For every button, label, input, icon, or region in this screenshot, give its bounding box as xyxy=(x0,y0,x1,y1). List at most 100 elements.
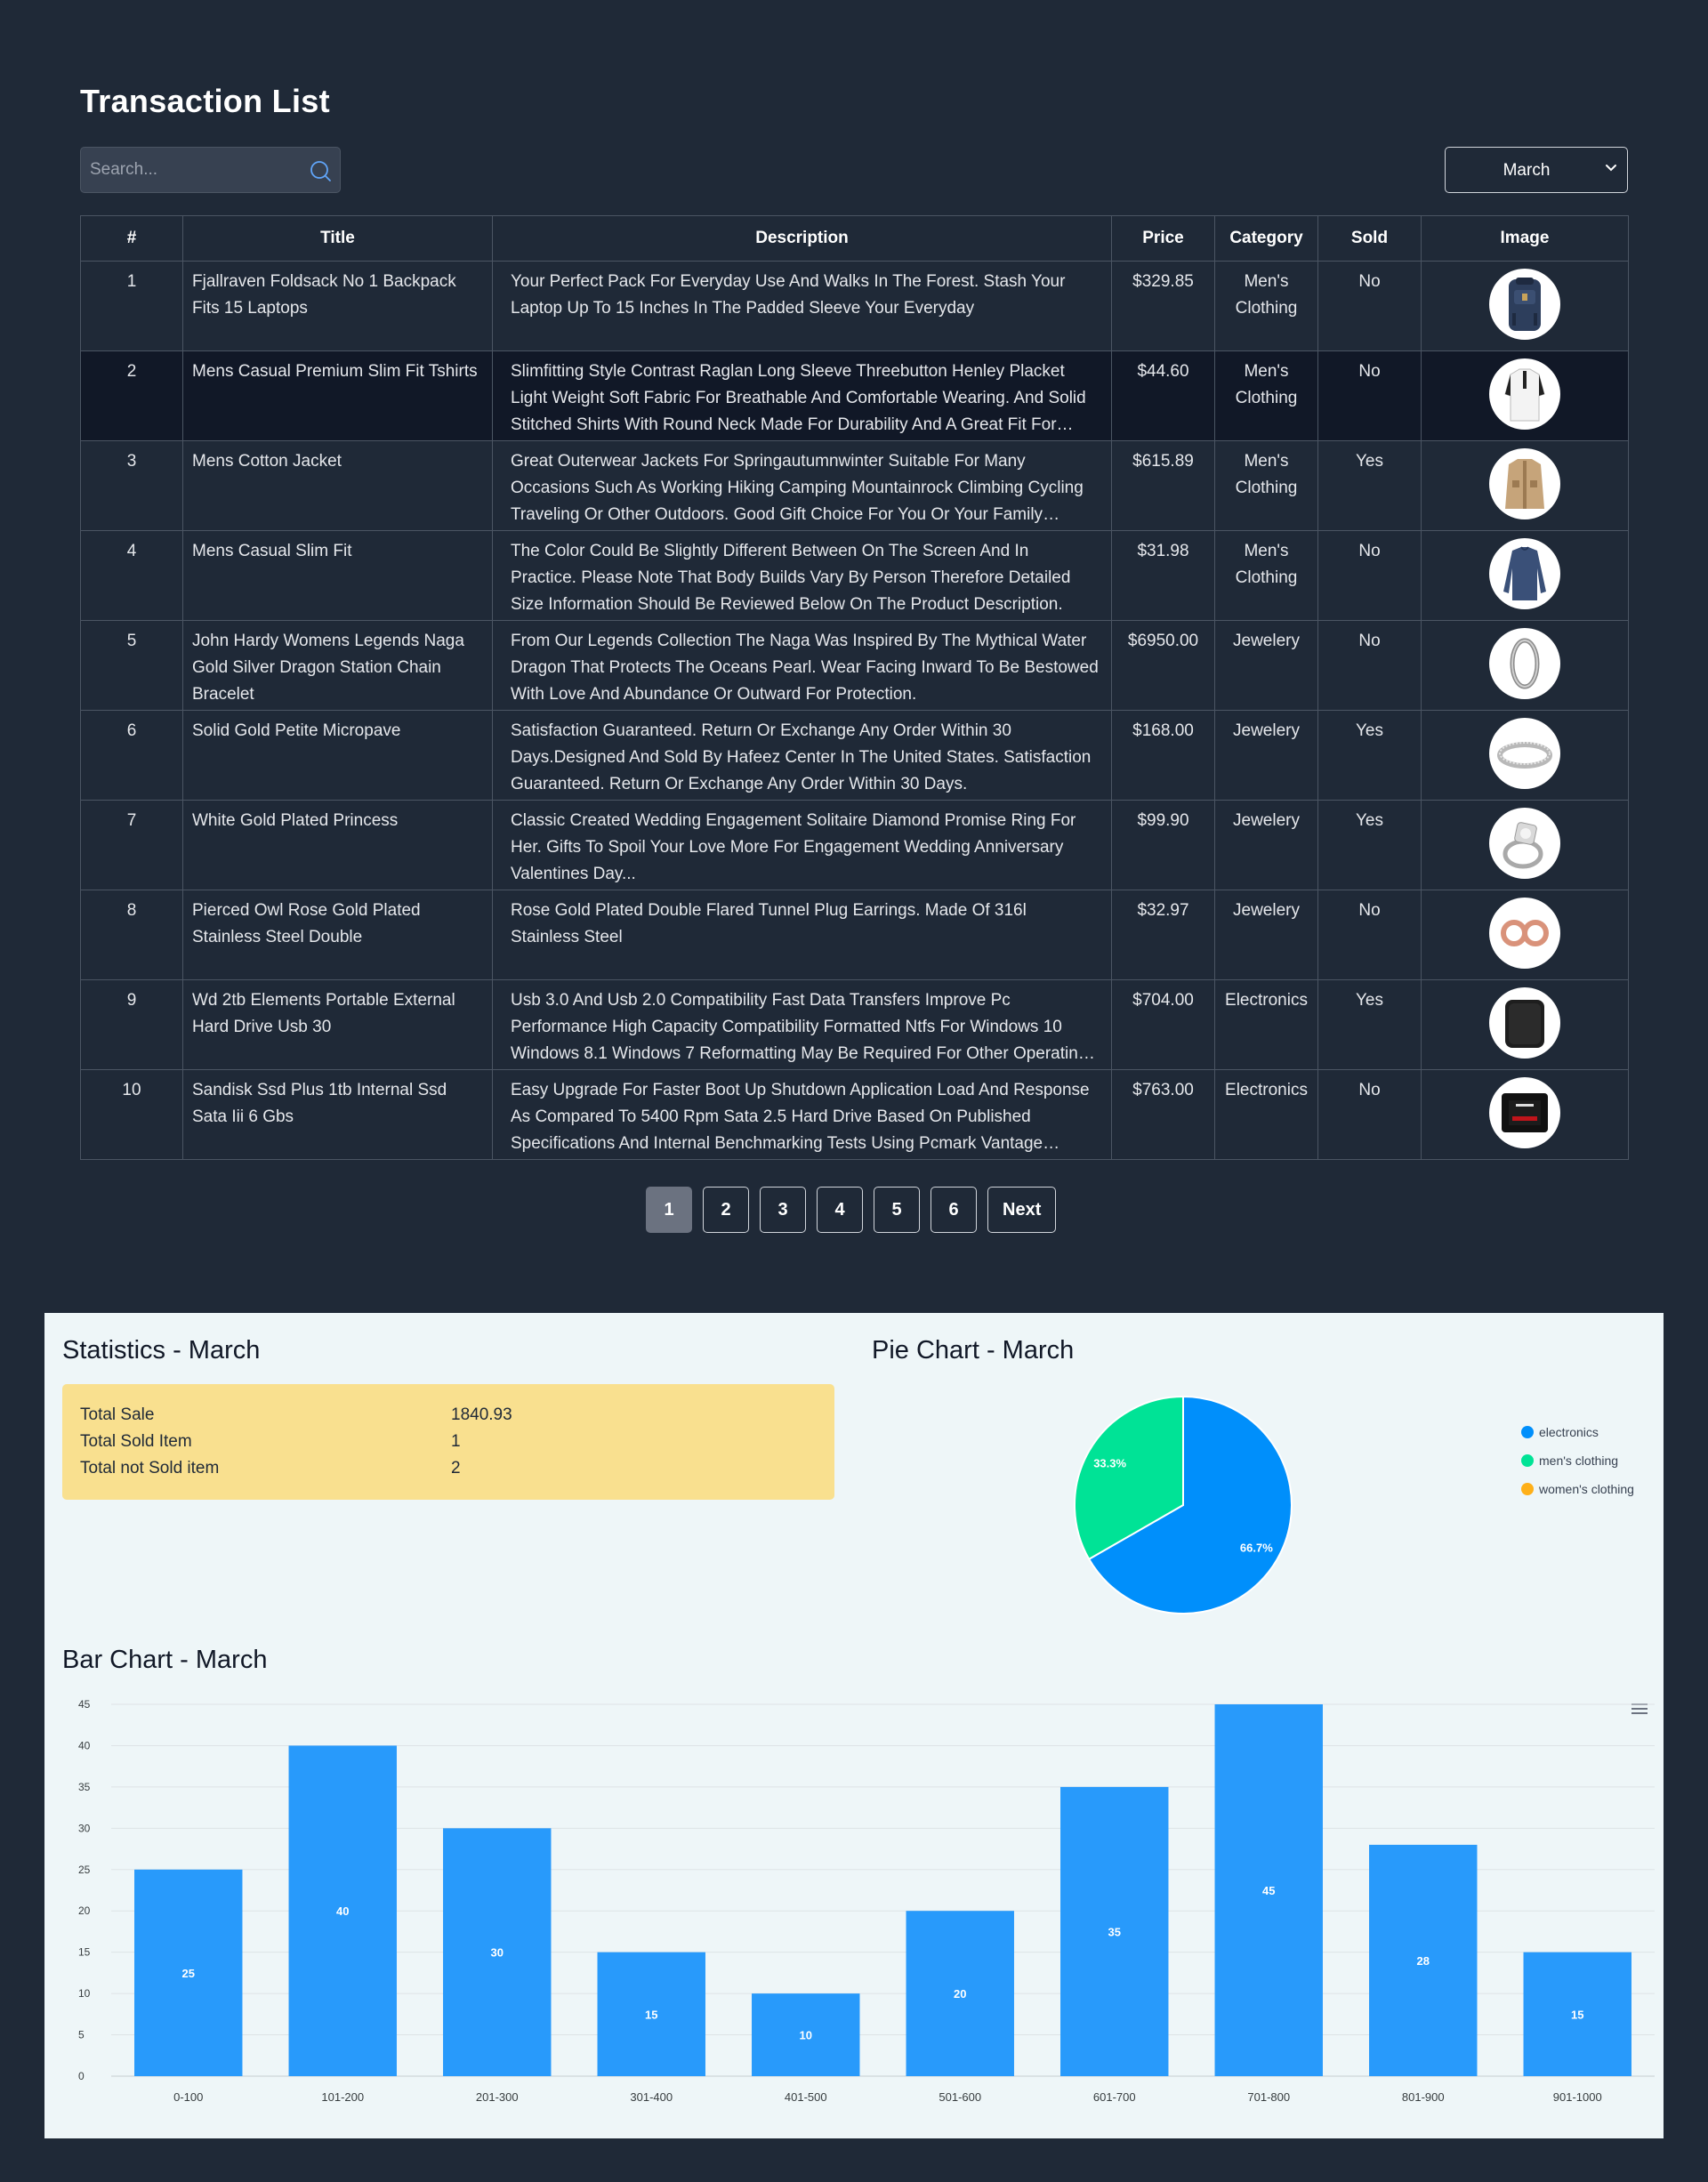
bar-value-label: 15 xyxy=(645,2008,657,2021)
legend-label: men's clothing xyxy=(1539,1453,1619,1468)
bar-value-label: 25 xyxy=(182,1967,195,1980)
statistics-panel: Statistics - March Total Sale 1840.93 To… xyxy=(44,1313,1664,2138)
legend-item-electronics[interactable]: electronics xyxy=(1521,1418,1634,1446)
x-tick-label: 601-700 xyxy=(1093,2090,1136,2104)
cell-id: 8 xyxy=(80,890,183,980)
stat-value: 1 xyxy=(451,1432,461,1451)
description-text: Usb 3.0 And Usb 2.0 Compatibility Fast D… xyxy=(511,991,1088,1063)
description-text: Rose Gold Plated Double Flared Tunnel Pl… xyxy=(511,901,1027,946)
legend-item-mens-clothing[interactable]: men's clothing xyxy=(1521,1446,1634,1475)
stat-label: Total Sale xyxy=(80,1405,155,1424)
cell-sold: Yes xyxy=(1317,440,1422,531)
cell-title: Mens Casual Slim Fit xyxy=(182,530,493,621)
y-tick-label: 5 xyxy=(78,2029,85,2041)
table-row[interactable]: 7 White Gold Plated Princess Classic Cre… xyxy=(80,800,1629,890)
cell-id: 10 xyxy=(80,1069,183,1160)
ssd-image xyxy=(1489,1077,1560,1148)
next-page-button[interactable]: Next xyxy=(987,1187,1057,1233)
x-tick-label: 401-500 xyxy=(785,2090,827,2104)
cell-id: 3 xyxy=(80,440,183,531)
diamond-ring-image xyxy=(1489,808,1560,879)
cell-title: Fjallraven Foldsack No 1 Backpack Fits 1… xyxy=(182,261,493,351)
description-text: Your Perfect Pack For Everyday Use And W… xyxy=(511,272,1066,318)
cell-category: Electronics xyxy=(1214,979,1318,1070)
page-button-5[interactable]: 5 xyxy=(874,1187,920,1233)
table-row[interactable]: 4 Mens Casual Slim Fit The Color Could B… xyxy=(80,530,1629,621)
cell-description: Satisfaction Guaranteed. Return Or Excha… xyxy=(492,710,1112,801)
longsleeve-image xyxy=(1489,538,1560,609)
cell-description: The Color Could Be Slightly Different Be… xyxy=(492,530,1112,621)
cell-title: John Hardy Womens Legends Naga Gold Silv… xyxy=(182,620,493,711)
cell-description: Rose Gold Plated Double Flared Tunnel Pl… xyxy=(492,890,1112,980)
cell-category: Men's Clothing xyxy=(1214,530,1318,621)
transaction-table: # Title Description Price Category Sold … xyxy=(80,215,1629,1160)
col-header-image: Image xyxy=(1421,215,1629,262)
cell-image xyxy=(1421,1069,1629,1160)
cell-id: 5 xyxy=(80,620,183,711)
cell-description: Usb 3.0 And Usb 2.0 Compatibility Fast D… xyxy=(492,979,1112,1070)
cell-category: Jewelery xyxy=(1214,620,1318,711)
cell-image xyxy=(1421,440,1629,531)
col-header-title: Title xyxy=(182,215,493,262)
y-tick-label: 35 xyxy=(78,1781,91,1793)
month-select[interactable]: March xyxy=(1445,147,1628,193)
table-row[interactable]: 8 Pierced Owl Rose Gold Plated Stainless… xyxy=(80,890,1629,980)
bar-chart: 0 5 10 15 20 25 30 35 40 45 25 0-100 40 101-200 30 201-… xyxy=(78,1698,1655,2104)
search-input[interactable] xyxy=(81,148,294,192)
cell-title: Solid Gold Petite Micropave xyxy=(182,710,493,801)
bar-value-label: 10 xyxy=(800,2029,812,2042)
y-tick-label: 20 xyxy=(78,1904,91,1917)
page-title: Transaction List xyxy=(80,83,330,119)
cell-id: 1 xyxy=(80,261,183,351)
page-button-2[interactable]: 2 xyxy=(703,1187,749,1233)
page-button-3[interactable]: 3 xyxy=(760,1187,806,1233)
description-text: Slimfitting Style Contrast Raglan Long S… xyxy=(511,362,1086,434)
bar-value-label: 35 xyxy=(1108,1925,1121,1938)
cell-price: $329.85 xyxy=(1111,261,1215,351)
cell-id: 6 xyxy=(80,710,183,801)
ring-band-image xyxy=(1489,718,1560,789)
table-row[interactable]: 6 Solid Gold Petite Micropave Satisfacti… xyxy=(80,710,1629,801)
page-button-6[interactable]: 6 xyxy=(931,1187,977,1233)
cell-price: $615.89 xyxy=(1111,440,1215,531)
table-row[interactable]: 9 Wd 2tb Elements Portable External Hard… xyxy=(80,979,1629,1070)
description-text: The Color Could Be Slightly Different Be… xyxy=(511,542,1071,614)
cell-sold: Yes xyxy=(1317,979,1422,1070)
y-tick-label: 40 xyxy=(78,1739,91,1751)
search-icon[interactable] xyxy=(308,158,333,183)
search-box[interactable] xyxy=(80,147,341,193)
col-header-description: Description xyxy=(492,215,1112,262)
x-tick-label: 901-1000 xyxy=(1553,2090,1602,2104)
y-tick-label: 45 xyxy=(78,1698,91,1711)
table-row[interactable]: 10 Sandisk Ssd Plus 1tb Internal Ssd Sat… xyxy=(80,1069,1629,1160)
stat-value: 1840.93 xyxy=(451,1405,512,1424)
table-row[interactable]: 2 Mens Casual Premium Slim Fit Tshirts S… xyxy=(80,350,1629,441)
cell-description: Easy Upgrade For Faster Boot Up Shutdown… xyxy=(492,1069,1112,1160)
tshirt-image xyxy=(1489,358,1560,430)
y-tick-label: 30 xyxy=(78,1822,91,1834)
page-button-1[interactable]: 1 xyxy=(646,1187,692,1233)
x-tick-label: 801-900 xyxy=(1402,2090,1445,2104)
table-row[interactable]: 3 Mens Cotton Jacket Great Outerwear Jac… xyxy=(80,440,1629,531)
table-header-row: # Title Description Price Category Sold … xyxy=(80,215,1629,262)
page-button-4[interactable]: 4 xyxy=(817,1187,863,1233)
cell-id: 2 xyxy=(80,350,183,441)
legend-item-womens-clothing[interactable]: women's clothing xyxy=(1521,1475,1634,1503)
month-select-value: March xyxy=(1503,161,1551,180)
cell-description: Slimfitting Style Contrast Raglan Long S… xyxy=(492,350,1112,441)
cell-sold: No xyxy=(1317,890,1422,980)
table-row[interactable]: 5 John Hardy Womens Legends Naga Gold Si… xyxy=(80,620,1629,711)
y-tick-label: 25 xyxy=(78,1864,91,1876)
bar-chart-title: Bar Chart - March xyxy=(62,1646,268,1674)
bar-value-label: 15 xyxy=(1571,2008,1583,2021)
cell-sold: Yes xyxy=(1317,710,1422,801)
x-tick-label: 201-300 xyxy=(476,2090,519,2104)
cell-title: Sandisk Ssd Plus 1tb Internal Ssd Sata I… xyxy=(182,1069,493,1160)
bar-value-label: 20 xyxy=(954,1987,966,2001)
cell-title: White Gold Plated Princess xyxy=(182,800,493,890)
cell-price: $99.90 xyxy=(1111,800,1215,890)
cell-sold: Yes xyxy=(1317,800,1422,890)
bar-value-label: 45 xyxy=(1262,1884,1275,1897)
cell-id: 9 xyxy=(80,979,183,1070)
table-row[interactable]: 1 Fjallraven Foldsack No 1 Backpack Fits… xyxy=(80,261,1629,351)
